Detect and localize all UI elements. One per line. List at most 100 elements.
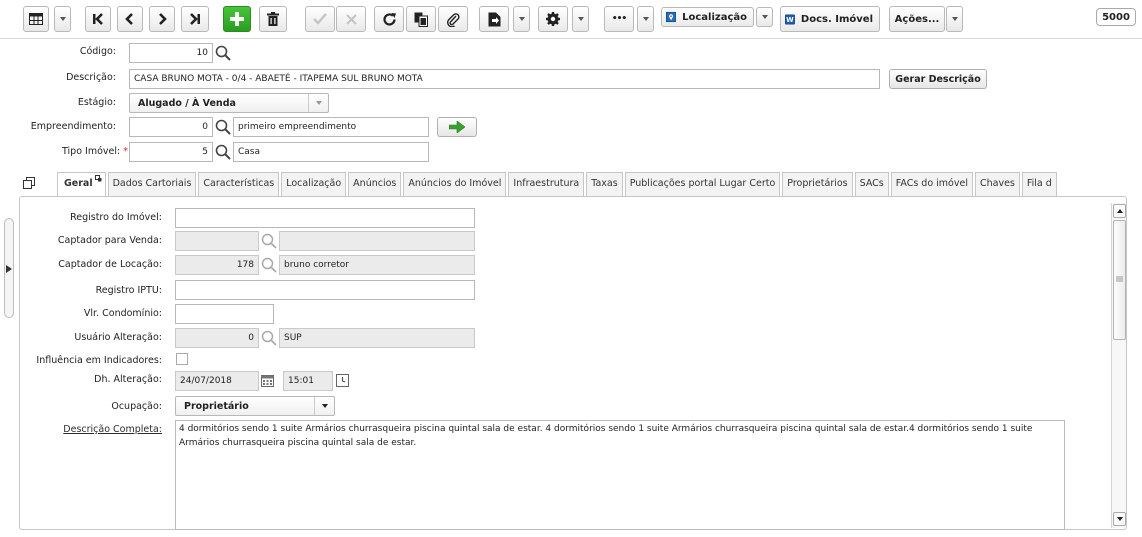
settings-dropdown[interactable] (572, 6, 589, 32)
side-panel-toggle[interactable] (4, 218, 14, 318)
descricao-completa-link[interactable]: Descrição Completa: (63, 424, 162, 435)
estagio-select[interactable]: Alugado / À Venda (129, 93, 329, 113)
localizacao-label: Localização (682, 11, 747, 23)
search-icon[interactable] (215, 144, 231, 160)
delete-button[interactable] (259, 6, 287, 32)
add-button[interactable] (223, 6, 251, 32)
grid-view-dropdown[interactable] (54, 6, 71, 32)
tab-proprietarios[interactable]: Proprietários (782, 172, 853, 196)
captador-locacao-name-input[interactable]: bruno corretor (279, 255, 475, 275)
captador-locacao-code-input[interactable]: 178 (175, 255, 259, 275)
tipo-imovel-label: Tipo Imóvel: * (62, 146, 128, 157)
calendar-icon[interactable] (261, 374, 274, 387)
arrow-right-icon (449, 121, 465, 133)
gerar-descricao-button[interactable]: Gerar Descrição (889, 69, 987, 89)
tab-sacs[interactable]: SACs (854, 172, 889, 196)
dh-alteracao-time-input[interactable]: 15:01 (283, 371, 333, 391)
descricao-input[interactable]: CASA BRUNO MOTA - 0/4 - ABAETÉ - ITAPEMA… (129, 69, 880, 89)
record-counter: 5000 (1096, 8, 1136, 26)
vlr-condominio-label: Vlr. Condomínio: (83, 308, 162, 319)
tab-chaves[interactable]: Chaves (974, 172, 1020, 196)
empreendimento-code-input[interactable]: 0 (129, 117, 213, 137)
dh-alteracao-date-input[interactable]: 24/07/2018 (175, 371, 259, 391)
empreendimento-name-input[interactable]: primeiro empreendimento (233, 117, 429, 137)
more-dropdown[interactable] (637, 6, 654, 32)
copy-button[interactable] (406, 6, 436, 32)
last-record-button[interactable] (181, 6, 209, 32)
acoes-button[interactable]: Ações... (889, 6, 945, 32)
chevron-down-icon (951, 17, 958, 21)
vlr-condominio-input[interactable] (175, 304, 274, 324)
scroll-thumb[interactable] (1113, 220, 1126, 340)
ocupacao-select[interactable]: Proprietário (175, 396, 335, 416)
export-dropdown[interactable] (513, 6, 530, 32)
acoes-dropdown[interactable] (946, 6, 963, 32)
tab-geral[interactable]: Geral (57, 172, 106, 196)
settings-button[interactable] (538, 6, 568, 32)
tab-label: Dados Cartoriais (112, 178, 192, 189)
tab-infraestrutura[interactable]: Infraestrutura (508, 172, 585, 196)
search-icon[interactable] (261, 233, 277, 249)
next-record-button[interactable] (149, 6, 175, 32)
paperclip-icon (447, 12, 460, 27)
tipo-imovel-label-text: Tipo Imóvel: (62, 146, 121, 157)
tab-dados-cartoriais[interactable]: Dados Cartoriais (107, 172, 197, 196)
attach-button[interactable] (438, 6, 468, 32)
acoes-label: Ações... (894, 13, 940, 25)
tab-publicacoes-portal[interactable]: Publicações portal Lugar Certo (624, 172, 781, 196)
tab-facs-do-imovel[interactable]: FACs do imóvel (890, 172, 973, 196)
codigo-label: Código: (79, 46, 116, 57)
registro-iptu-input[interactable] (175, 280, 475, 300)
refresh-button[interactable] (374, 6, 404, 32)
go-empreendimento-button[interactable] (437, 117, 477, 137)
usuario-alteracao-code-input[interactable]: 0 (175, 328, 259, 348)
chevron-down-icon (59, 17, 66, 21)
localizacao-dropdown[interactable] (756, 7, 773, 27)
docs-imovel-button[interactable]: W Docs. Imóvel (780, 6, 880, 32)
confirm-button[interactable] (305, 6, 335, 32)
captador-venda-name-input[interactable] (279, 231, 475, 251)
localizacao-button[interactable]: Localização (661, 7, 754, 27)
first-record-button[interactable] (85, 6, 111, 32)
more-button[interactable]: ••• (604, 6, 634, 32)
chevron-down-icon (642, 17, 649, 21)
tab-label: Geral (64, 178, 93, 189)
usuario-alteracao-name-input[interactable]: SUP (279, 328, 475, 348)
descricao-completa-textarea[interactable]: 4 dormitórios sendo 1 suite Armários chu… (175, 420, 1065, 530)
restore-window-icon[interactable] (23, 177, 35, 189)
search-icon[interactable] (215, 45, 231, 61)
scroll-up-button[interactable] (1113, 204, 1126, 218)
scroll-down-button[interactable] (1113, 512, 1126, 526)
tab-fila[interactable]: Fila d (1021, 172, 1057, 196)
registro-imovel-label: Registro do Imóvel: (70, 212, 162, 223)
previous-record-button[interactable] (117, 6, 143, 32)
grip-icon (1116, 276, 1123, 282)
search-icon[interactable] (261, 330, 277, 346)
tab-anuncios-do-imovel[interactable]: Anúncios do Imóvel (403, 172, 507, 196)
gear-icon (546, 12, 560, 26)
cancel-button[interactable] (336, 6, 366, 32)
check-icon (313, 13, 327, 25)
ocupacao-label: Ocupação: (111, 401, 162, 412)
trash-icon (267, 12, 279, 26)
search-icon[interactable] (215, 119, 231, 135)
clock-icon[interactable] (336, 374, 349, 387)
panel-scrollbar[interactable] (1111, 203, 1126, 528)
captador-venda-label: Captador para Venda: (57, 235, 162, 246)
grid-view-button[interactable] (23, 6, 49, 32)
export-button[interactable] (479, 6, 509, 32)
plus-icon (230, 12, 244, 26)
search-icon[interactable] (261, 257, 277, 273)
codigo-input[interactable]: 10 (129, 43, 213, 63)
tab-taxas[interactable]: Taxas (586, 172, 623, 196)
tab-label: SACs (859, 178, 884, 189)
tab-caracteristicas[interactable]: Características (198, 172, 280, 196)
tab-localizacao[interactable]: Localização (281, 172, 347, 196)
registro-imovel-input[interactable] (175, 208, 475, 228)
more-icon: ••• (611, 14, 627, 24)
tipo-imovel-name-input[interactable]: Casa (233, 142, 429, 162)
tab-anuncios[interactable]: Anúncios (348, 172, 402, 196)
influencia-checkbox[interactable] (176, 353, 188, 365)
tipo-imovel-code-input[interactable]: 5 (129, 142, 213, 162)
captador-venda-code-input[interactable] (175, 231, 259, 251)
